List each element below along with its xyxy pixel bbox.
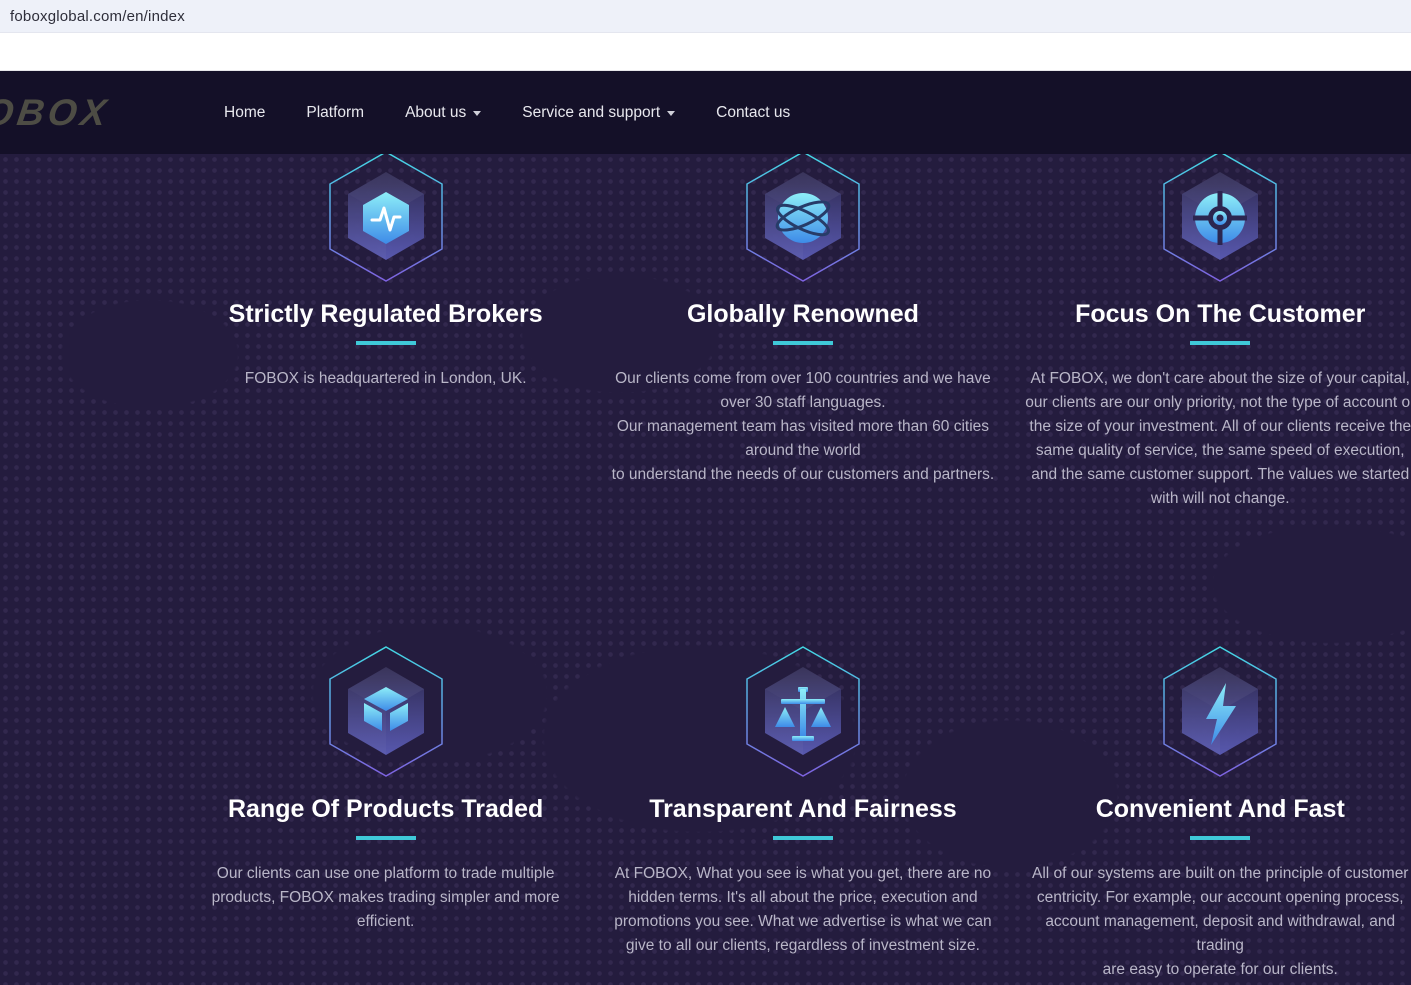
- nav-item-about-us[interactable]: About us: [405, 104, 481, 122]
- title-underline: [1190, 341, 1250, 345]
- target-icon: [1162, 154, 1278, 283]
- feature-title: Globally Renowned: [594, 298, 1011, 331]
- feature-description: Our clients can use one platform to trad…: [177, 862, 594, 934]
- feature-description: FOBOX is headquartered in London, UK.: [177, 367, 594, 391]
- nav-item-contact-us[interactable]: Contact us: [716, 104, 790, 122]
- lightning-icon: [1162, 645, 1278, 778]
- feature-description: At FOBOX, What you see is what you get, …: [594, 862, 1011, 958]
- address-bar[interactable]: foboxglobal.com/en/index: [0, 0, 1411, 33]
- nav-item-label: Service and support: [522, 104, 660, 122]
- nav-item-label: Contact us: [716, 104, 790, 122]
- chevron-down-icon: [667, 111, 675, 116]
- nav-item-label: Platform: [306, 104, 364, 122]
- feature-card-transparent-and-fairness: Transparent And Fairness At FOBOX, What …: [594, 649, 1011, 982]
- feature-title: Range Of Products Traded: [177, 793, 594, 826]
- pulse-icon: [328, 154, 444, 283]
- title-underline: [773, 836, 833, 840]
- nav-menu: Home Platform About us Service and suppo…: [224, 104, 831, 122]
- feature-description: At FOBOX, we don't care about the size o…: [1012, 367, 1411, 511]
- scales-icon: [745, 645, 861, 778]
- nav-item-service-and-support[interactable]: Service and support: [522, 104, 675, 122]
- open-box-icon: [328, 645, 444, 778]
- feature-card-range-of-products-traded: Range Of Products Traded Our clients can…: [177, 649, 594, 982]
- title-underline: [1190, 836, 1250, 840]
- nav-item-label: Home: [224, 104, 265, 122]
- feature-description: Our clients come from over 100 countries…: [594, 367, 1011, 487]
- browser-content-gap: [0, 33, 1411, 71]
- site-navbar: FOBOX Home Platform About us Service and…: [0, 71, 1411, 154]
- feature-title: Strictly Regulated Brokers: [177, 298, 594, 331]
- address-bar-url[interactable]: foboxglobal.com/en/index: [10, 8, 185, 25]
- feature-title: Focus On The Customer: [1012, 298, 1411, 331]
- feature-description: All of our systems are built on the prin…: [1012, 862, 1411, 982]
- nav-item-label: About us: [405, 104, 466, 122]
- nav-item-home[interactable]: Home: [224, 104, 265, 122]
- nav-item-platform[interactable]: Platform: [306, 104, 364, 122]
- title-underline: [773, 341, 833, 345]
- fobox-logo[interactable]: FOBOX: [0, 92, 113, 134]
- feature-card-globally-renowned: Globally Renowned Our clients come from …: [594, 154, 1011, 649]
- feature-title: Transparent And Fairness: [594, 793, 1011, 826]
- globe-icon: [745, 154, 861, 283]
- feature-title: Convenient And Fast: [1012, 793, 1411, 826]
- title-underline: [356, 836, 416, 840]
- title-underline: [356, 341, 416, 345]
- chevron-down-icon: [473, 111, 481, 116]
- feature-card-focus-on-the-customer: Focus On The Customer At FOBOX, we don't…: [1012, 154, 1411, 649]
- feature-card-strictly-regulated-brokers: Strictly Regulated Brokers FOBOX is head…: [177, 154, 594, 649]
- features-section: Strictly Regulated Brokers FOBOX is head…: [0, 154, 1411, 985]
- feature-card-convenient-and-fast: Convenient And Fast All of our systems a…: [1012, 649, 1411, 982]
